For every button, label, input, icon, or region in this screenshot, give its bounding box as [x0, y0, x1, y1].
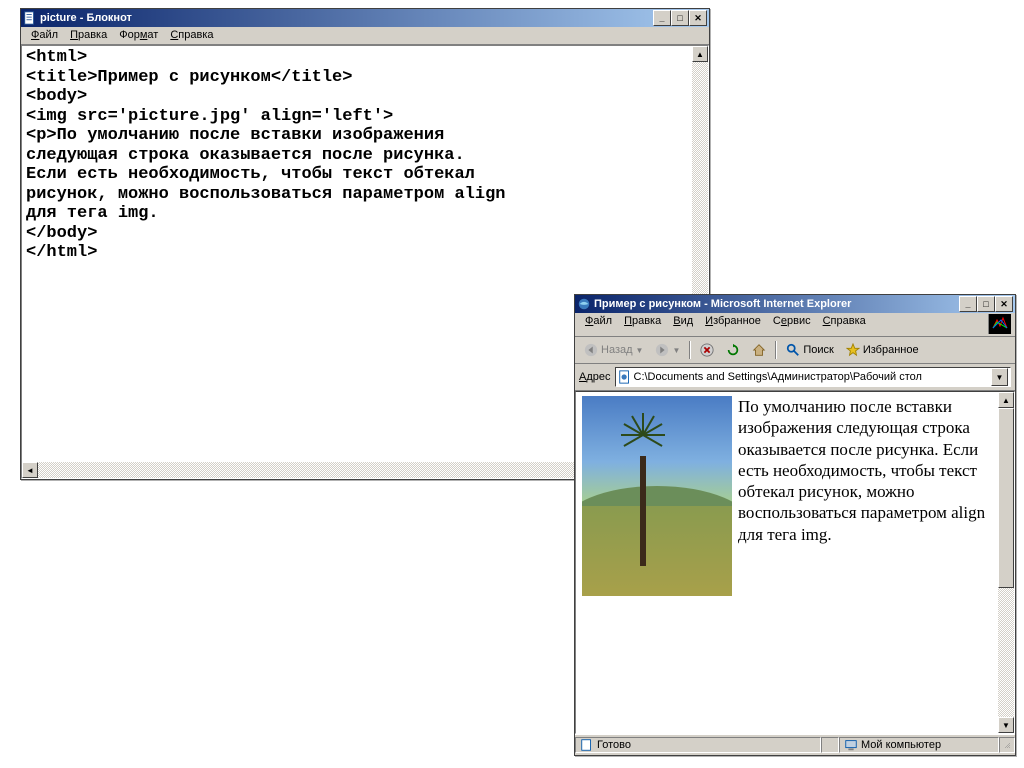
scroll-up-button[interactable]: ▲ — [998, 392, 1014, 408]
ie-menubar: Файл Правка Вид Избранное Сервис Справка — [575, 313, 1015, 337]
maximize-button[interactable]: □ — [977, 296, 995, 312]
forward-icon — [655, 343, 669, 357]
ie-throbber — [988, 314, 1011, 334]
resize-grip[interactable] — [999, 737, 1015, 753]
minimize-button[interactable]: _ — [653, 10, 671, 26]
separator — [689, 341, 691, 359]
search-icon — [786, 343, 800, 357]
minimize-button[interactable]: _ — [959, 296, 977, 312]
address-label: Адрес — [579, 371, 611, 383]
scroll-track[interactable] — [998, 588, 1014, 717]
status-text: Готово — [597, 739, 631, 751]
scrollbar-vertical[interactable]: ▲ ▼ — [998, 392, 1014, 733]
notepad-text[interactable]: <html> <title>Пример с рисунком</title> … — [22, 46, 708, 265]
address-field[interactable]: C:\Documents and Settings\Администратор\… — [615, 367, 1012, 387]
notepad-menubar: Файл Правка Формат Справка — [21, 27, 709, 45]
scroll-up-button[interactable]: ▲ — [692, 46, 708, 62]
stop-button[interactable] — [695, 338, 719, 362]
notepad-icon — [23, 11, 37, 25]
menu-tools[interactable]: Сервис — [767, 314, 817, 334]
search-button[interactable]: Поиск — [781, 338, 838, 362]
ie-statusbar: Готово Мой компьютер — [575, 734, 1015, 755]
zone-text: Мой компьютер — [861, 739, 941, 751]
address-dropdown-button[interactable]: ▼ — [991, 368, 1008, 386]
home-button[interactable] — [747, 338, 771, 362]
scroll-down-button[interactable]: ▼ — [998, 717, 1014, 733]
ie-toolbar: Назад ▼ ▼ Поиск Избранное — [575, 337, 1015, 364]
forward-button[interactable]: ▼ — [650, 338, 685, 362]
scroll-thumb[interactable] — [998, 408, 1014, 588]
status-spacer — [821, 737, 839, 753]
home-icon — [752, 343, 766, 357]
done-icon — [580, 738, 594, 752]
close-button[interactable]: ✕ — [689, 10, 707, 26]
menu-edit[interactable]: Правка — [618, 314, 667, 334]
favorites-button[interactable]: Избранное — [841, 338, 924, 362]
ie-page-content: По умолчанию после вставки изображения с… — [576, 392, 998, 733]
page-icon — [618, 370, 632, 384]
back-button[interactable]: Назад ▼ — [579, 338, 648, 362]
menu-help[interactable]: Справка — [817, 314, 872, 334]
ie-client: По умолчанию после вставки изображения с… — [575, 391, 1015, 734]
ie-addressbar: Адрес C:\Documents and Settings\Админист… — [575, 364, 1015, 391]
address-value: C:\Documents and Settings\Администратор\… — [634, 371, 922, 383]
close-button[interactable]: ✕ — [995, 296, 1013, 312]
refresh-button[interactable] — [721, 338, 745, 362]
computer-icon — [844, 738, 858, 752]
separator — [775, 341, 777, 359]
dropdown-arrow-icon: ▼ — [636, 346, 644, 355]
menu-help[interactable]: Справка — [164, 28, 219, 42]
menu-favorites[interactable]: Избранное — [699, 314, 767, 334]
menu-file[interactable]: Файл — [25, 28, 64, 42]
notepad-title: picture - Блокнот — [40, 12, 653, 24]
menu-view[interactable]: Вид — [667, 314, 699, 334]
stop-icon — [700, 343, 714, 357]
ie-window: Пример с рисунком - Microsoft Internet E… — [574, 294, 1016, 756]
page-text: По умолчанию после вставки изображения с… — [738, 397, 985, 544]
ie-title: Пример с рисунком - Microsoft Internet E… — [594, 298, 959, 310]
ie-icon — [577, 297, 591, 311]
menu-edit[interactable]: Правка — [64, 28, 113, 42]
back-icon — [584, 343, 598, 357]
notepad-titlebar[interactable]: picture - Блокнот _ □ ✕ — [21, 9, 709, 27]
page-image — [582, 396, 732, 596]
dropdown-arrow-icon: ▼ — [672, 346, 680, 355]
scroll-left-button[interactable]: ◄ — [22, 462, 38, 478]
ie-titlebar[interactable]: Пример с рисунком - Microsoft Internet E… — [575, 295, 1015, 313]
menu-file[interactable]: Файл — [579, 314, 618, 334]
refresh-icon — [726, 343, 740, 357]
star-icon — [846, 343, 860, 357]
menu-format[interactable]: Формат — [113, 28, 164, 42]
maximize-button[interactable]: □ — [671, 10, 689, 26]
